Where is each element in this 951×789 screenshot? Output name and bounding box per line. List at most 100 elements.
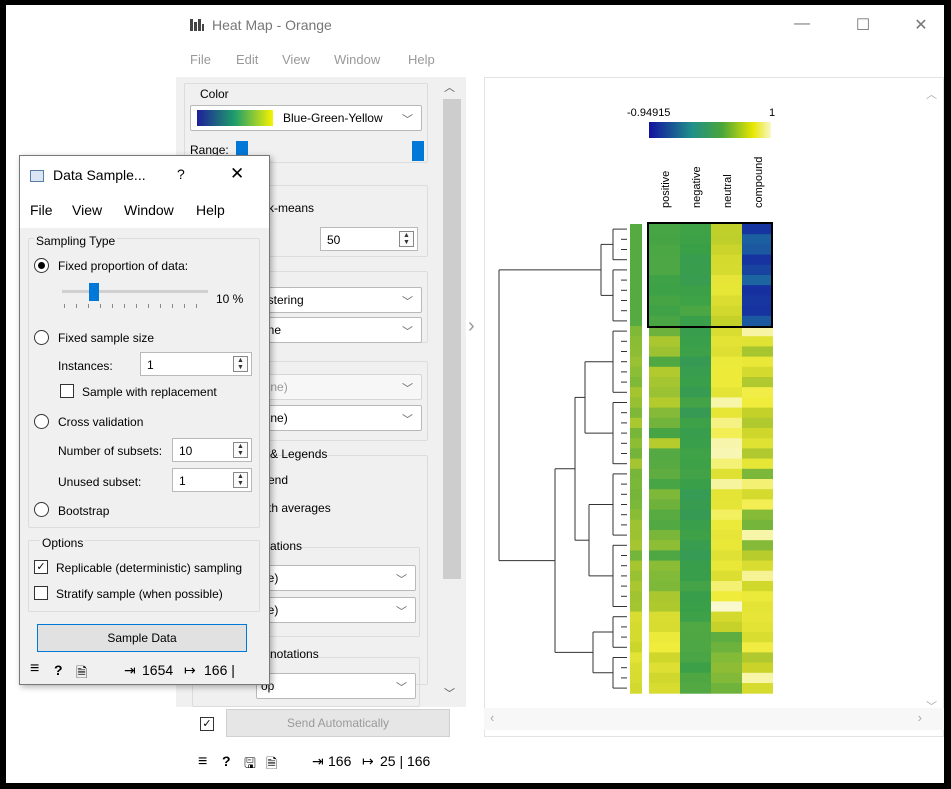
spin-arrows-icon[interactable]: ▲ ▼ [233, 472, 248, 488]
kmeans-spinbox[interactable]: 50 ▲ ▼ [320, 227, 418, 251]
report-icon[interactable]: 🗎 [266, 753, 277, 777]
proportion-slider-track[interactable] [62, 290, 208, 293]
window-title: Heat Map - Orange [212, 17, 332, 33]
input-count: 166 [328, 753, 352, 769]
menu-bar: File Edit View Window Help [176, 49, 476, 71]
fixed-proportion-radio[interactable] [34, 258, 49, 273]
auto-send-checkbox[interactable]: ✓ [200, 717, 214, 731]
bootstrap-radio[interactable] [34, 502, 49, 517]
report-icon[interactable]: 🗎 [76, 662, 87, 686]
cross-validation-radio[interactable] [34, 414, 49, 429]
chevron-down-icon: ﹀ [396, 606, 407, 618]
stratify-label: Stratify sample (when possible) [56, 587, 223, 601]
legend-min-label: -0.94915 [627, 107, 670, 119]
sampling-type-label: Sampling Type [34, 234, 118, 248]
annotations-label: ations [270, 539, 303, 553]
proportion-value: 10 % [216, 292, 244, 306]
color-legend-bar [649, 122, 771, 138]
sampler-icon [30, 170, 44, 182]
output-icon: ↦ [362, 753, 374, 769]
kmeans-label: k-means [268, 201, 315, 215]
sampler-title-bar: Data Sample... ? ✕ [20, 156, 269, 192]
send-automatically-button[interactable]: Send Automatically [226, 709, 450, 737]
output-count: 25 | 166 [380, 753, 431, 769]
row-dendrogram [498, 228, 627, 689]
output-count: 166 | [204, 662, 235, 678]
menu-help[interactable]: Help [196, 202, 225, 218]
menu-edit[interactable]: Edit [236, 52, 258, 67]
instances-spinbox[interactable]: 1 ▲ ▼ [140, 352, 252, 376]
column-label: negative [691, 166, 703, 208]
chevron-down-icon: ﹀ [402, 414, 413, 426]
col-annotations-label: notations [270, 647, 319, 661]
chevron-down-icon: ﹀ [396, 574, 407, 586]
help-icon[interactable]: ? [54, 662, 63, 678]
fixed-size-radio[interactable] [34, 330, 49, 345]
instances-label: Instances: [58, 359, 113, 373]
stratify-checkbox[interactable] [34, 586, 48, 600]
instances-value: 1 [147, 358, 154, 372]
proportion-slider-handle[interactable] [89, 283, 100, 301]
palette-combo[interactable]: Blue-Green-Yellow ﹀ [190, 105, 422, 131]
heatmap-plot-area[interactable]: -0.94915 1 positive negative neutral compou… [484, 77, 944, 737]
range-high-handle[interactable] [412, 141, 424, 161]
row-annotation-color-combo[interactable]: ne) ﹀ [256, 597, 416, 623]
col-clustering-combo[interactable]: one ﹀ [256, 317, 422, 343]
plot-horizontal-scrollbar[interactable]: ‹ › [484, 708, 944, 730]
unused-subset-label: Unused subset: [58, 475, 142, 489]
input-icon: ⇥ [124, 662, 136, 678]
scroll-down-icon[interactable]: ﹀ [444, 685, 455, 701]
menu-window[interactable]: Window [124, 202, 174, 218]
annotation-position-combo[interactable]: op ﹀ [256, 673, 416, 699]
options-group [28, 540, 260, 612]
heatmap-svg: -0.94915 1 positive negative neutral compou… [498, 107, 775, 694]
close-icon[interactable]: ✕ [906, 15, 936, 35]
spin-arrows-icon[interactable]: ▲ ▼ [233, 356, 248, 372]
split-cols-combo[interactable]: lone) ﹀ [256, 405, 422, 431]
help-icon[interactable]: ? [222, 753, 231, 769]
options-label: Options [40, 536, 86, 550]
title-bar: Heat Map - Orange — ☐ ✕ [176, 5, 944, 39]
minimize-icon[interactable]: — [787, 15, 817, 33]
menu-view[interactable]: View [72, 202, 102, 218]
scroll-left-icon[interactable]: ‹ [490, 710, 494, 725]
scrollbar-thumb[interactable] [443, 99, 461, 579]
row-clustering-combo[interactable]: ustering ﹀ [256, 287, 422, 313]
unused-subset-spinbox[interactable]: 1 ▲ ▼ [172, 468, 252, 492]
hamburger-icon[interactable]: ≡ [30, 660, 39, 678]
legends-label: & Legends [270, 447, 328, 461]
hamburger-icon[interactable]: ≡ [198, 753, 207, 771]
chevron-down-icon: ﹀ [402, 114, 413, 126]
save-icon[interactable]: 🖫 [244, 753, 256, 777]
menu-window[interactable]: Window [334, 52, 380, 67]
spin-arrows-icon[interactable]: ▲ ▼ [399, 231, 414, 247]
control-scrollbar[interactable]: ︿ ﹀ [432, 77, 466, 707]
input-count: 1654 [142, 662, 174, 678]
color-group-label: Color [200, 87, 229, 101]
scroll-up-icon[interactable]: ︿ [444, 79, 455, 95]
data-sampler-window: Data Sample... ? ✕ File View Window Help… [19, 155, 270, 685]
close-icon[interactable]: ✕ [230, 164, 244, 184]
split-rows-combo[interactable]: lone) ﹀ [256, 374, 422, 400]
spin-arrows-icon[interactable]: ▲ ▼ [233, 442, 248, 458]
scroll-up-icon[interactable]: ︿ [926, 86, 937, 102]
row-annotation-combo[interactable]: ne) ﹀ [256, 565, 416, 591]
column-label: positive [660, 171, 672, 208]
subsets-spinbox[interactable]: 10 ▲ ▼ [172, 438, 252, 462]
unused-subset-value: 1 [179, 474, 186, 488]
menu-view[interactable]: View [282, 52, 310, 67]
maximize-icon[interactable]: ☐ [848, 15, 878, 35]
replacement-checkbox[interactable] [60, 384, 74, 398]
scroll-right-icon[interactable]: › [918, 710, 922, 725]
help-icon[interactable]: ? [177, 166, 185, 182]
subsets-label: Number of subsets: [58, 444, 163, 458]
sampler-status-bar: ≡ ? 🗎 ⇥ 1654 ↦ 166 | [20, 658, 269, 684]
kmeans-value: 50 [327, 233, 341, 247]
menu-help[interactable]: Help [408, 52, 435, 67]
fixed-proportion-label: Fixed proportion of data: [58, 259, 189, 273]
menu-file[interactable]: File [30, 202, 53, 218]
replicable-label: Replicable (deterministic) sampling [56, 561, 243, 575]
menu-file[interactable]: File [190, 52, 211, 67]
sample-data-button[interactable]: Sample Data [37, 624, 247, 652]
replicable-checkbox[interactable]: ✓ [34, 560, 48, 574]
